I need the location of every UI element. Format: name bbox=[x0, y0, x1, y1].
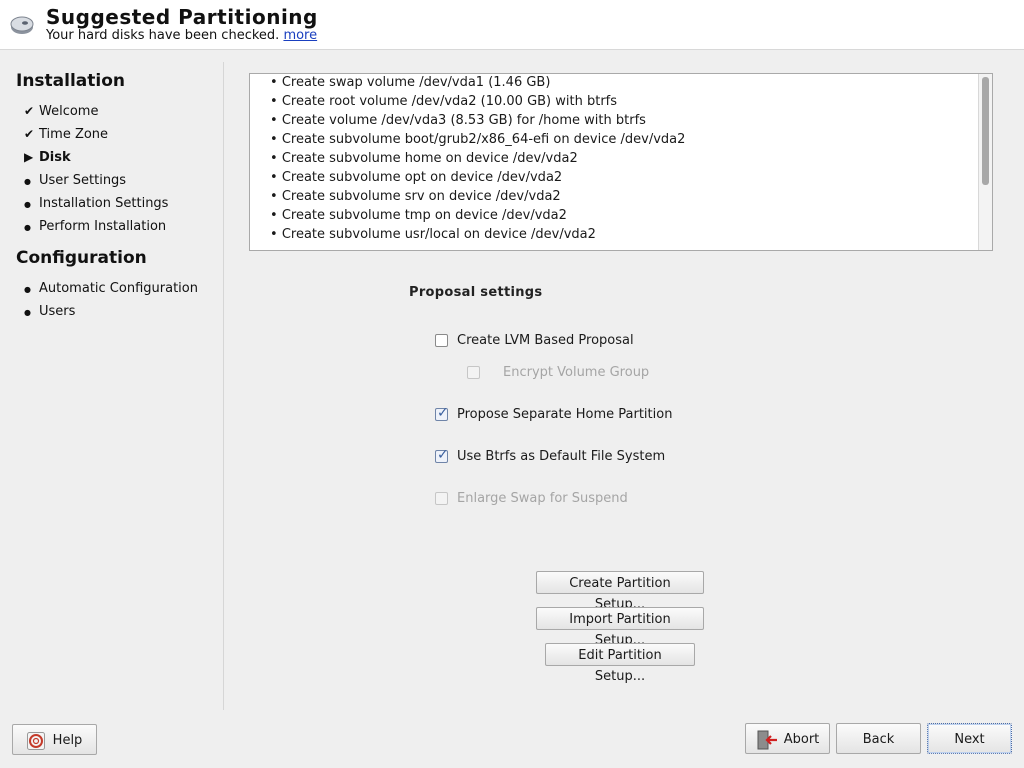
enlarge-swap-checkbox: Enlarge Swap for Suspend bbox=[435, 488, 628, 508]
configuration-section-title: Configuration bbox=[16, 248, 147, 268]
edit-partition-setup-button[interactable]: Edit Partition Setup... bbox=[545, 643, 695, 684]
checkbox-box[interactable]: ✓ bbox=[435, 404, 449, 421]
disk-icon bbox=[10, 16, 34, 34]
step-installation-settings: ● Installation Settings bbox=[24, 196, 169, 211]
step-welcome: ✔ Welcome bbox=[24, 104, 99, 119]
check-icon: ✓ bbox=[437, 404, 449, 421]
check-icon: ✓ bbox=[437, 446, 449, 463]
lvm-proposal-checkbox[interactable]: Create LVM Based Proposal bbox=[435, 330, 634, 350]
create-partition-setup-button[interactable]: Create Partition Setup... bbox=[536, 571, 704, 612]
step-automatic-configuration: ● Automatic Configuration bbox=[24, 281, 198, 296]
list-item: Create subvolume usr/local on device /de… bbox=[270, 226, 992, 245]
more-link[interactable]: more bbox=[283, 28, 317, 43]
next-button[interactable]: Next bbox=[927, 723, 1012, 754]
proposal-summary-list[interactable]: Create swap volume /dev/vda1 (1.46 GB) C… bbox=[249, 73, 993, 251]
scrollbar-thumb[interactable] bbox=[982, 77, 989, 185]
list-item: Create subvolume home on device /dev/vda… bbox=[270, 150, 992, 169]
encrypt-volume-group-checkbox: Encrypt Volume Group bbox=[467, 362, 649, 382]
abort-button[interactable]: Abort bbox=[745, 723, 830, 754]
separate-home-checkbox[interactable]: ✓ Propose Separate Home Partition bbox=[435, 404, 672, 424]
checkmark-icon: ✔ bbox=[24, 104, 35, 118]
help-button[interactable]: Help bbox=[12, 724, 97, 755]
bullet-icon: ● bbox=[24, 308, 31, 317]
current-arrow-icon: ▶ bbox=[24, 150, 34, 164]
checkbox-box bbox=[467, 365, 480, 379]
list-item: Create subvolume opt on device /dev/vda2 bbox=[270, 169, 992, 188]
checkbox-box bbox=[435, 491, 448, 505]
step-user-settings: ● User Settings bbox=[24, 173, 127, 188]
vertical-scrollbar[interactable] bbox=[978, 74, 992, 250]
proposal-settings-title: Proposal settings bbox=[409, 285, 543, 300]
import-partition-setup-button[interactable]: Import Partition Setup... bbox=[536, 607, 704, 648]
bullet-icon: ● bbox=[24, 285, 31, 294]
exit-door-icon bbox=[757, 730, 777, 749]
checkmark-icon: ✔ bbox=[24, 127, 35, 141]
help-lifebuoy-icon bbox=[26, 731, 45, 750]
steps-sidebar: Installation ✔ Welcome ✔ Time Zone ▶ Disk ●… bbox=[0, 50, 224, 710]
step-time-zone: ✔ Time Zone bbox=[24, 127, 109, 142]
header: Suggested Partitioning Your hard disks h… bbox=[0, 0, 1024, 50]
page-title: Suggested Partitioning bbox=[46, 5, 318, 29]
subtitle-text: Your hard disks have been checked. bbox=[46, 28, 280, 43]
bullet-icon: ● bbox=[24, 177, 31, 186]
bullet-icon: ● bbox=[24, 223, 31, 232]
sidebar-divider bbox=[223, 62, 224, 710]
list-item: Create volume /dev/vda3 (8.53 GB) for /h… bbox=[270, 112, 992, 131]
back-button[interactable]: Back bbox=[836, 723, 921, 754]
list-item: Create subvolume tmp on device /dev/vda2 bbox=[270, 207, 992, 226]
step-users: ● Users bbox=[24, 304, 76, 319]
list-item: Create subvolume boot/grub2/x86_64-efi o… bbox=[270, 131, 992, 150]
btrfs-default-checkbox[interactable]: ✓ Use Btrfs as Default File System bbox=[435, 446, 665, 466]
checkbox-box[interactable]: ✓ bbox=[435, 446, 449, 463]
list-item: Create swap volume /dev/vda1 (1.46 GB) bbox=[270, 74, 992, 93]
step-disk: ▶ Disk bbox=[24, 150, 71, 165]
installation-section-title: Installation bbox=[16, 71, 126, 91]
list-item: Create subvolume srv on device /dev/vda2 bbox=[270, 188, 992, 207]
page-subtitle: Your hard disks have been checked. more bbox=[46, 28, 317, 43]
list-item: Create root volume /dev/vda2 (10.00 GB) … bbox=[270, 93, 992, 112]
bullet-icon: ● bbox=[24, 200, 31, 209]
checkbox-box[interactable] bbox=[435, 333, 448, 347]
step-perform-installation: ● Perform Installation bbox=[24, 219, 167, 234]
